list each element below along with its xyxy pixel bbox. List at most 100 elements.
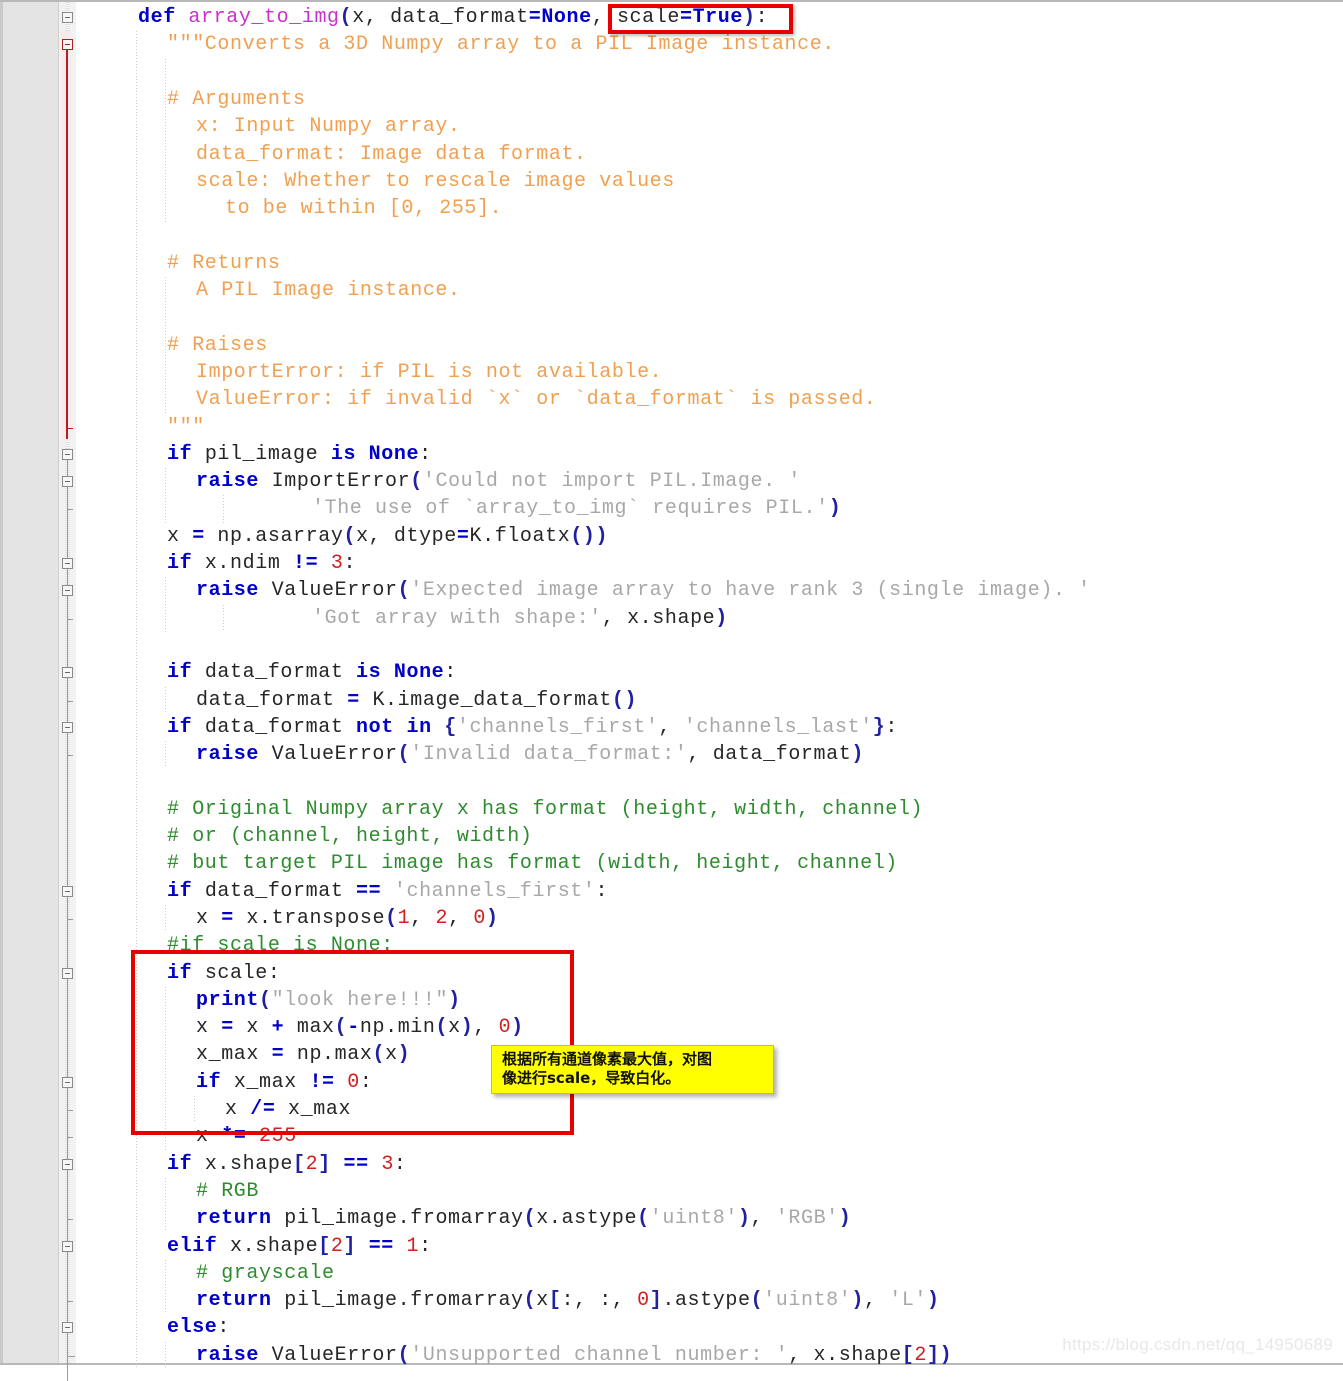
code-line[interactable]: x_max = np.max(x) [196, 1041, 410, 1068]
code-line[interactable]: ImportError: if PIL is not available. [196, 359, 662, 386]
code-line[interactable]: # grayscale [196, 1260, 335, 1287]
code-line[interactable]: if x_max != 0: [196, 1069, 372, 1096]
code-line[interactable]: data_format: Image data format. [196, 141, 587, 168]
code-token-paren: ) [715, 607, 728, 630]
code-token-pl: , data_format [688, 743, 852, 766]
code-line[interactable]: return pil_image.fromarray(x[:, :, 0].as… [196, 1287, 940, 1314]
code-line[interactable]: x = np.asarray(x, dtype=K.floatx()) [167, 523, 608, 550]
code-token-paren: ( [410, 470, 423, 493]
code-token-kw: is [331, 443, 356, 466]
code-token-num: 0 [347, 1071, 360, 1094]
code-token-kw: == [343, 1153, 368, 1176]
code-line[interactable]: 'Got array with shape:', x.shape) [312, 605, 728, 632]
code-content-area[interactable]: def array_to_img(x, data_format=None, sc… [77, 2, 1343, 1363]
code-line[interactable]: if data_format is None: [167, 659, 457, 686]
fold-collapse-icon[interactable] [62, 1322, 73, 1333]
code-token-paren: ( [524, 1207, 537, 1230]
code-line[interactable]: else: [167, 1314, 230, 1341]
code-line[interactable]: # RGB [196, 1178, 259, 1205]
code-line[interactable]: """ [167, 414, 205, 441]
code-token-paren: ] [343, 1235, 356, 1258]
code-token-doc: # Arguments [167, 88, 306, 111]
code-token-str: 'Unsupported channel number: ' [410, 1344, 788, 1367]
code-line[interactable]: if x.shape[2] == 3: [167, 1151, 407, 1178]
code-token-paren: ) [743, 6, 756, 29]
code-line[interactable]: # Raises [167, 332, 268, 359]
code-line[interactable]: raise ValueError('Invalid data_format:',… [196, 741, 864, 768]
code-token-pl: , [410, 907, 435, 930]
code-line[interactable]: if x.ndim != 3: [167, 550, 356, 577]
code-line[interactable]: if data_format == 'channels_first': [167, 878, 608, 905]
code-token-pl: : [596, 880, 609, 903]
code-line[interactable]: if pil_image is None: [167, 441, 432, 468]
code-line[interactable]: return pil_image.fromarray(x.astype('uin… [196, 1205, 851, 1232]
code-token-paren: ( [398, 1344, 411, 1367]
fold-collapse-icon[interactable] [62, 667, 73, 678]
fold-collapse-icon[interactable] [62, 722, 73, 733]
code-line[interactable]: #if scale is None: [167, 932, 394, 959]
code-token-str: 'uint8' [763, 1289, 851, 1312]
code-token-num: 3 [331, 552, 344, 575]
code-token-paren: ) [927, 1289, 940, 1312]
code-token-paren: ()) [570, 525, 608, 548]
fold-collapse-icon[interactable] [62, 12, 73, 23]
code-token-kw: if [167, 880, 192, 903]
fold-collapse-icon[interactable] [62, 449, 73, 460]
code-token-pl [335, 1071, 348, 1094]
code-line[interactable]: 'The use of `array_to_img` requires PIL.… [312, 495, 841, 522]
code-token-cmt: # RGB [196, 1180, 259, 1203]
code-token-pl: pil_image.fromarray [272, 1289, 524, 1312]
code-token-doc: x: Input Numpy array. [196, 115, 461, 138]
fold-collapse-icon[interactable] [62, 476, 73, 487]
code-line[interactable]: # Original Numpy array x has format (hei… [167, 796, 923, 823]
code-token-doc: A PIL Image instance. [196, 279, 461, 302]
fold-collapse-icon[interactable] [62, 886, 73, 897]
code-line[interactable]: # but target PIL image has format (width… [167, 850, 898, 877]
code-token-str: 'Invalid data_format:' [410, 743, 687, 766]
code-token-kw: raise [196, 470, 259, 493]
indent-guide [165, 687, 166, 714]
code-line[interactable]: scale: Whether to rescale image values [196, 168, 675, 195]
code-line[interactable]: # or (channel, height, width) [167, 823, 532, 850]
code-token-pl: : [419, 1235, 432, 1258]
code-line[interactable]: raise ValueError('Expected image array t… [196, 577, 1091, 604]
code-line[interactable]: # Arguments [167, 86, 306, 113]
code-token-paren: ( [751, 1289, 764, 1312]
fold-collapse-icon[interactable] [62, 968, 73, 979]
code-line[interactable]: data_format = K.image_data_format() [196, 687, 637, 714]
code-token-pl: K.image_data_format [360, 689, 612, 712]
code-line[interactable]: print("look here!!!") [196, 987, 461, 1014]
code-token-paren: ( [637, 1207, 650, 1230]
code-line[interactable]: ValueError: if invalid `x` or `data_form… [196, 386, 877, 413]
code-line[interactable]: x *= 255 [196, 1123, 297, 1150]
fold-collapse-icon[interactable] [62, 39, 73, 50]
code-token-str: 'channels_last' [684, 716, 873, 739]
code-line[interactable]: x = x.transpose(1, 2, 0) [196, 905, 499, 932]
code-line[interactable]: to be within [0, 255]. [225, 195, 502, 222]
code-line[interactable]: x /= x_max [225, 1096, 351, 1123]
code-token-pl [432, 716, 445, 739]
code-line[interactable]: x = x + max(-np.min(x), 0) [196, 1014, 524, 1041]
fold-collapse-icon[interactable] [62, 558, 73, 569]
code-line[interactable]: elif x.shape[2] == 1: [167, 1233, 432, 1260]
code-line[interactable]: if scale: [167, 960, 280, 987]
code-editor[interactable]: 1234567891011121314151617181920212223242… [0, 0, 1343, 1365]
code-token-pl: x.ndim [192, 552, 293, 575]
code-line[interactable]: x: Input Numpy array. [196, 113, 461, 140]
code-line[interactable]: if data_format not in {'channels_first',… [167, 714, 898, 741]
code-line[interactable]: raise ImportError('Could not import PIL.… [196, 468, 801, 495]
code-line[interactable]: def array_to_img(x, data_format=None, sc… [138, 4, 768, 31]
code-token-cmt: # grayscale [196, 1262, 335, 1285]
code-token-kw: = [529, 6, 542, 29]
fold-collapse-icon[interactable] [62, 1159, 73, 1170]
code-token-num: 3 [381, 1153, 394, 1176]
code-token-pl: x.astype [536, 1207, 637, 1230]
fold-collapse-icon[interactable] [62, 585, 73, 596]
code-line[interactable]: """Converts a 3D Numpy array to a PIL Im… [167, 31, 835, 58]
code-line[interactable]: # Returns [167, 250, 280, 277]
fold-collapse-icon[interactable] [62, 1077, 73, 1088]
fold-collapse-icon[interactable] [62, 1241, 73, 1252]
code-token-paren: ) [461, 1016, 474, 1039]
code-token-pl: max [284, 1016, 334, 1039]
code-line[interactable]: A PIL Image instance. [196, 277, 461, 304]
